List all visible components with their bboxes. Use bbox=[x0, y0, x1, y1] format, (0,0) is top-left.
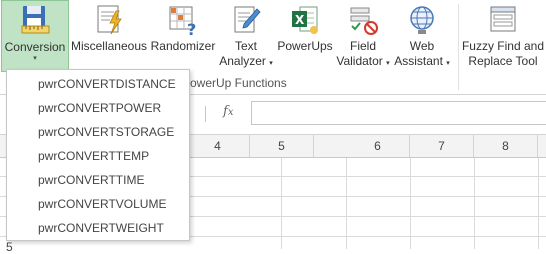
window-lines-icon bbox=[486, 3, 520, 37]
conversion-label: Conversion bbox=[4, 40, 66, 54]
row-header[interactable]: 5 bbox=[6, 240, 13, 254]
validator-icon bbox=[346, 3, 380, 37]
pencil-document-icon bbox=[229, 3, 263, 37]
chevron-down-icon: ▾ bbox=[446, 60, 450, 67]
column-header[interactable]: 8 bbox=[474, 135, 538, 157]
text-analyzer-label-1: Text bbox=[234, 39, 257, 53]
miscellaneous-button[interactable]: Miscellaneous bbox=[68, 0, 150, 72]
menu-item-convert-volume[interactable]: pwrCONVERTVOLUME bbox=[7, 192, 189, 216]
svg-text:X: X bbox=[295, 13, 305, 27]
field-validator-button[interactable]: Field Validator ▾ bbox=[334, 0, 392, 72]
document-lightning-icon bbox=[92, 3, 126, 37]
menu-item-convert-time[interactable]: pwrCONVERTTIME bbox=[7, 168, 189, 192]
column-header[interactable]: 7 bbox=[410, 135, 474, 157]
column-header[interactable]: 6 bbox=[346, 135, 410, 157]
grid-line bbox=[346, 158, 347, 249]
grid-question-icon: ? bbox=[166, 3, 200, 39]
group-separator bbox=[458, 4, 459, 90]
fuzzy-find-label-2: Replace Tool bbox=[468, 54, 538, 68]
text-analyzer-button[interactable]: Text Analyzer ▾ bbox=[219, 0, 273, 72]
text-analyzer-label-2: Analyzer ▾ bbox=[219, 54, 273, 68]
group-label-powerup-functions: owerUp Functions bbox=[190, 76, 287, 90]
powerups-button[interactable]: X PowerUps bbox=[274, 0, 336, 72]
miscellaneous-label: Miscellaneous bbox=[70, 39, 148, 53]
excel-document-icon: X bbox=[288, 3, 322, 37]
menu-item-convert-storage[interactable]: pwrCONVERTSTORAGE bbox=[7, 120, 189, 144]
powerups-label: PowerUps bbox=[277, 39, 333, 53]
column-header[interactable]: 4 bbox=[186, 135, 250, 157]
randomizer-label: Randomizer bbox=[150, 39, 216, 53]
chevron-down-icon: ▾ bbox=[33, 55, 37, 62]
fuzzy-find-label-1: Fuzzy Find and bbox=[461, 39, 545, 53]
globe-icon bbox=[405, 3, 439, 37]
conversion-dropdown-menu: pwrCONVERTDISTANCE pwrCONVERTPOWER pwrCO… bbox=[6, 69, 190, 241]
svg-text:?: ? bbox=[187, 20, 196, 37]
grid-line bbox=[474, 158, 475, 249]
grid-line bbox=[538, 158, 539, 249]
menu-item-convert-power[interactable]: pwrCONVERTPOWER bbox=[7, 96, 189, 120]
web-assistant-label-1: Web bbox=[409, 39, 435, 53]
function-icon[interactable]: fx bbox=[223, 104, 233, 119]
formula-bar-divider bbox=[205, 106, 206, 122]
grid-line bbox=[410, 158, 411, 249]
column-header[interactable]: 5 bbox=[250, 135, 314, 157]
menu-item-convert-weight[interactable]: pwrCONVERTWEIGHT bbox=[7, 216, 189, 240]
web-assistant-button[interactable]: Web Assistant ▾ bbox=[390, 0, 454, 72]
ruler-floppy-icon bbox=[18, 4, 52, 38]
fuzzy-find-replace-button[interactable]: Fuzzy Find and Replace Tool bbox=[460, 0, 546, 72]
menu-item-convert-distance[interactable]: pwrCONVERTDISTANCE bbox=[7, 72, 189, 96]
field-validator-label-2: Validator ▾ bbox=[336, 54, 390, 68]
conversion-button[interactable]: Conversion ▾ bbox=[1, 0, 69, 72]
grid-line bbox=[281, 158, 282, 249]
chevron-down-icon: ▾ bbox=[269, 60, 273, 67]
randomizer-button[interactable]: ? Randomizer bbox=[150, 0, 216, 72]
formula-input[interactable] bbox=[251, 101, 546, 125]
menu-item-convert-temp[interactable]: pwrCONVERTTEMP bbox=[7, 144, 189, 168]
field-validator-label-1: Field bbox=[349, 39, 376, 53]
web-assistant-label-2: Assistant ▾ bbox=[394, 54, 450, 68]
